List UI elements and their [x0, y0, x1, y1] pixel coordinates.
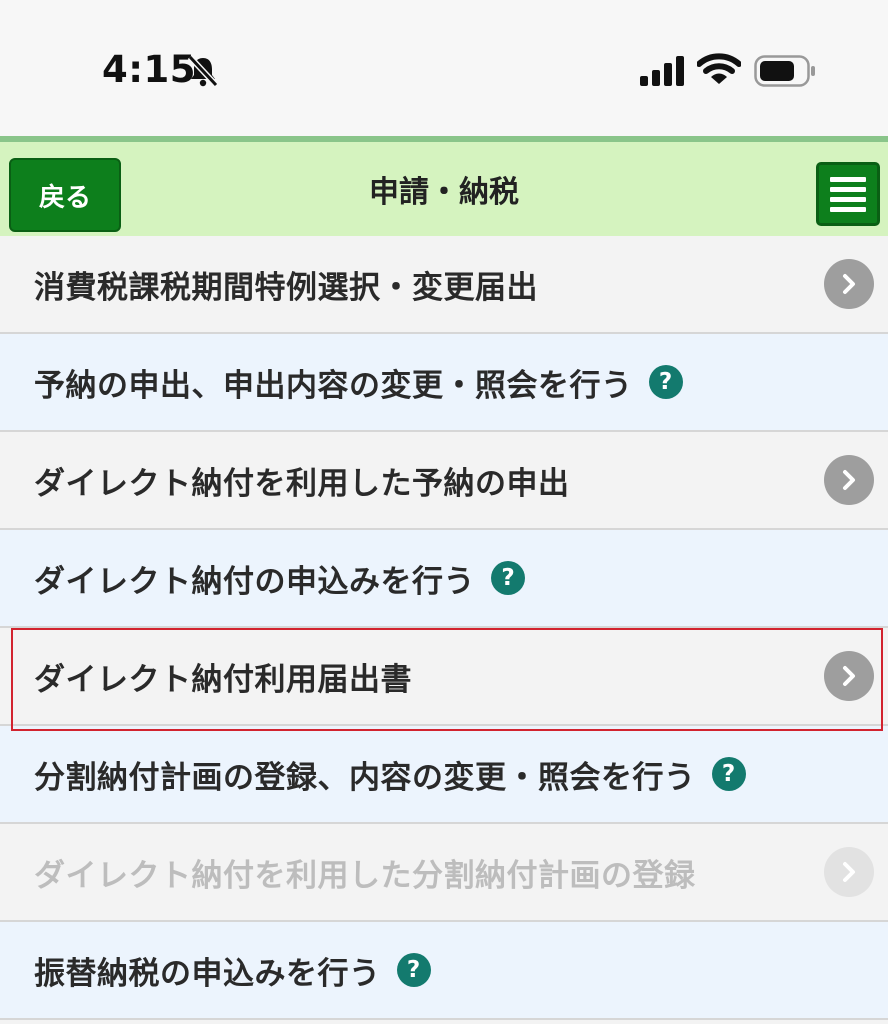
- list-item-direct-payment-usage-form[interactable]: ダイレクト納付利用届出書: [0, 628, 888, 726]
- list-item-label: ダイレクト納付を利用した分割納付計画の登録: [34, 857, 696, 894]
- bell-slash-icon: [187, 54, 219, 88]
- list-item-direct-payment-prepayment[interactable]: ダイレクト納付を利用した予納の申出: [0, 432, 888, 530]
- battery-icon: [754, 55, 815, 87]
- chevron-right-icon[interactable]: [824, 455, 874, 505]
- list-item-label: 消費税課税期間特例選択・変更届出: [34, 269, 538, 306]
- status-bar: 4:15: [0, 0, 888, 136]
- signal-icon: [640, 56, 684, 86]
- list-item-direct-payment-application[interactable]: ダイレクト納付の申込みを行う ?: [0, 530, 888, 628]
- list-item-installment-plan[interactable]: 分割納付計画の登録、内容の変更・照会を行う ?: [0, 726, 888, 824]
- menu-button[interactable]: [816, 162, 880, 226]
- list-item-label: ダイレクト納付の申込みを行う: [34, 563, 475, 600]
- list-item-consumption-tax-period[interactable]: 消費税課税期間特例選択・変更届出: [0, 236, 888, 334]
- menu-list: 消費税課税期間特例選択・変更届出 予納の申出、申出内容の変更・照会を行う ? ダ…: [0, 236, 888, 1020]
- help-icon[interactable]: ?: [396, 953, 431, 987]
- list-item-transfer-tax-payment[interactable]: 振替納税の申込みを行う ?: [0, 922, 888, 1020]
- help-icon[interactable]: ?: [711, 757, 746, 791]
- list-item-prepayment-request[interactable]: 予納の申出、申出内容の変更・照会を行う ?: [0, 334, 888, 432]
- wifi-icon: [697, 53, 741, 84]
- list-item-label: ダイレクト納付利用届出書: [34, 661, 412, 698]
- list-item-label: 分割納付計画の登録、内容の変更・照会を行う: [34, 759, 696, 796]
- list-item-label: 振替納税の申込みを行う: [34, 955, 381, 992]
- chevron-right-icon[interactable]: [824, 259, 874, 309]
- help-icon[interactable]: ?: [491, 561, 525, 595]
- status-time: 4:15: [102, 48, 197, 91]
- chevron-right-icon[interactable]: [824, 651, 874, 701]
- app-header: 申請・納税 戻る: [0, 136, 888, 236]
- list-item-label: ダイレクト納付を利用した予納の申出: [34, 465, 570, 502]
- list-item-direct-payment-installment-plan: ダイレクト納付を利用した分割納付計画の登録: [0, 824, 888, 922]
- hamburger-menu-icon: [830, 177, 866, 212]
- chevron-right-icon: [824, 847, 874, 897]
- back-button[interactable]: 戻る: [9, 158, 121, 232]
- page-title: 申請・納税: [369, 175, 519, 210]
- help-icon[interactable]: ?: [648, 365, 683, 399]
- list-item-label: 予納の申出、申出内容の変更・照会を行う: [34, 367, 633, 404]
